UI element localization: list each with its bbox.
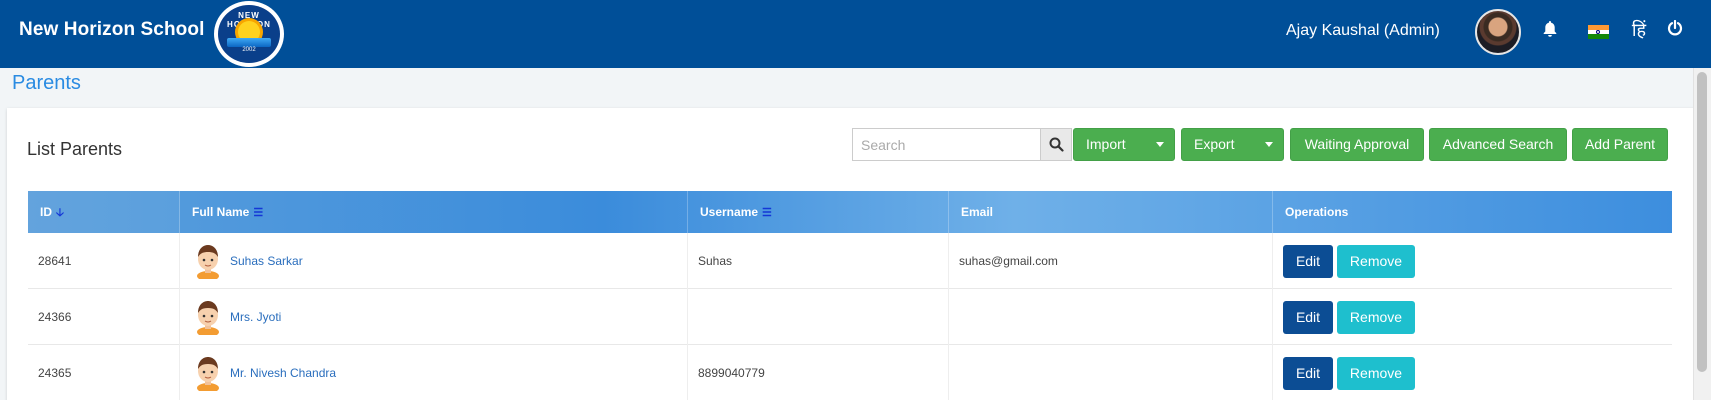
- edit-button[interactable]: Edit: [1283, 245, 1333, 278]
- search-button[interactable]: [1040, 129, 1071, 160]
- cell-id: 28641: [28, 233, 180, 289]
- cell-id: 24366: [28, 289, 180, 345]
- bell-icon[interactable]: [1539, 20, 1561, 42]
- sort-icon: ☰: [253, 207, 264, 219]
- parent-name-link[interactable]: Mrs. Jyoti: [230, 289, 281, 345]
- india-flag-icon[interactable]: [1588, 25, 1609, 39]
- add-parent-button[interactable]: Add Parent: [1572, 128, 1668, 161]
- cell-id: 24365: [28, 345, 180, 400]
- chevron-down-icon: [1156, 142, 1164, 147]
- cell-username: [688, 289, 949, 345]
- table-row: 28641 Suhas Sarkar Suhas suhas@gmail.com…: [28, 233, 1672, 289]
- import-label: Import: [1086, 136, 1126, 152]
- user-avatar[interactable]: [1475, 9, 1521, 55]
- cell-full-name: Suhas Sarkar: [180, 233, 688, 289]
- cell-email: [949, 345, 1273, 400]
- search-box: [852, 128, 1072, 161]
- export-button[interactable]: Export: [1181, 128, 1284, 161]
- cell-full-name: Mrs. Jyoti: [180, 289, 688, 345]
- column-header-username[interactable]: Username ☰: [688, 191, 949, 233]
- edit-button[interactable]: Edit: [1283, 301, 1333, 334]
- cell-username: Suhas: [688, 233, 949, 289]
- column-header-email: Email: [949, 191, 1273, 233]
- cell-operations: Edit Remove: [1273, 345, 1672, 400]
- school-logo: NEW HORIZON 2002: [214, 1, 284, 67]
- remove-button[interactable]: Remove: [1337, 301, 1415, 334]
- cell-email: [949, 289, 1273, 345]
- page-title: Parents: [12, 72, 81, 94]
- remove-button[interactable]: Remove: [1337, 245, 1415, 278]
- edit-button[interactable]: Edit: [1283, 357, 1333, 390]
- power-icon[interactable]: [1664, 19, 1686, 42]
- parent-name-link[interactable]: Suhas Sarkar: [230, 233, 303, 289]
- parent-avatar-icon: [197, 245, 219, 279]
- parent-avatar-icon: [197, 301, 219, 335]
- cell-email: suhas@gmail.com: [949, 233, 1273, 289]
- cell-full-name: Mr. Nivesh Chandra: [180, 345, 688, 400]
- table-row: 24365 Mr. Nivesh Chandra 8899040779 Edit…: [28, 345, 1672, 400]
- waiting-approval-button[interactable]: Waiting Approval: [1290, 128, 1424, 161]
- column-header-id[interactable]: ID 🡣: [28, 191, 180, 233]
- search-input[interactable]: [853, 129, 1040, 160]
- user-name[interactable]: Ajay Kaushal (Admin): [1286, 22, 1440, 40]
- cell-operations: Edit Remove: [1273, 289, 1672, 345]
- parent-avatar-icon: [197, 357, 219, 391]
- top-navbar: New Horizon School NEW HORIZON 2002 Ajay…: [0, 0, 1711, 68]
- cell-operations: Edit Remove: [1273, 233, 1672, 289]
- parent-name-link[interactable]: Mr. Nivesh Chandra: [230, 345, 336, 400]
- export-label: Export: [1194, 136, 1235, 152]
- table-row: 24366 Mrs. Jyoti Edit Remove: [28, 289, 1672, 345]
- scrollbar-thumb[interactable]: [1697, 72, 1707, 372]
- sort-desc-icon: 🡣: [56, 207, 64, 219]
- cell-username: 8899040779: [688, 345, 949, 400]
- card-title: List Parents: [27, 139, 123, 159]
- column-header-full-name[interactable]: Full Name ☰: [180, 191, 688, 233]
- remove-button[interactable]: Remove: [1337, 357, 1415, 390]
- import-button[interactable]: Import: [1073, 128, 1175, 161]
- sort-icon: ☰: [762, 207, 772, 219]
- advanced-search-button[interactable]: Advanced Search: [1429, 128, 1567, 161]
- vertical-scrollbar[interactable]: [1693, 68, 1711, 400]
- school-name[interactable]: New Horizon School: [19, 19, 204, 41]
- column-header-operations: Operations: [1285, 205, 1349, 219]
- search-icon: [1049, 137, 1064, 152]
- logo-year: 2002: [242, 47, 256, 53]
- table-header: ID 🡣 Full Name ☰ Username ☰ Email Operation…: [28, 191, 1672, 233]
- hindi-language-icon[interactable]: हिं: [1628, 18, 1650, 40]
- chevron-down-icon: [1265, 142, 1273, 147]
